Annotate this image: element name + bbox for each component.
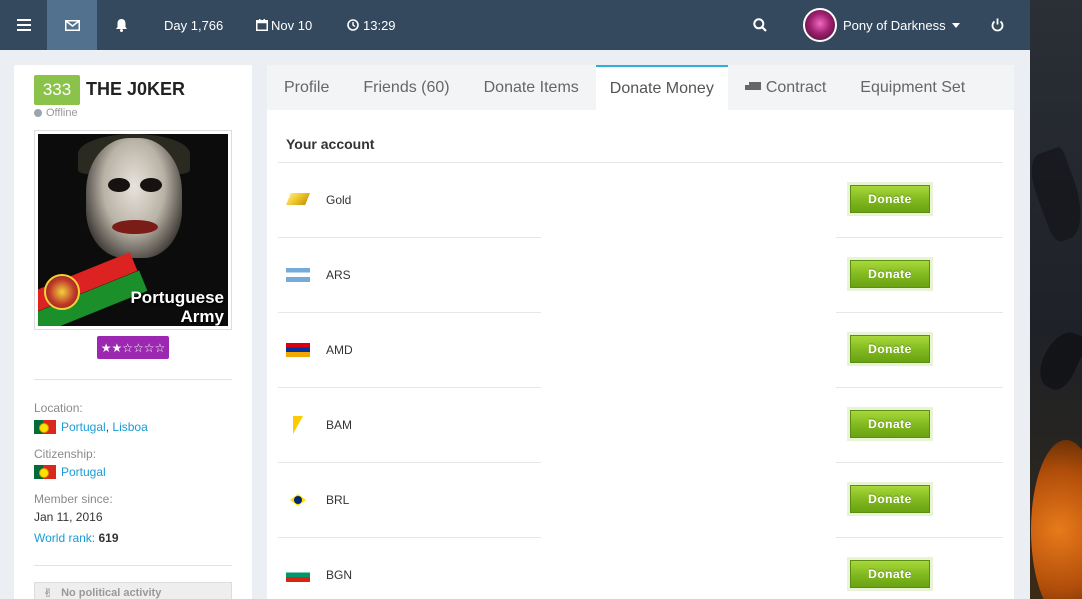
clock-icon [347, 19, 359, 31]
bulgaria-flag-icon [286, 568, 310, 582]
account-row-bam: BAM Donate [278, 388, 1003, 463]
currency-name: BRL [326, 493, 350, 507]
currency-name: BGN [326, 568, 353, 582]
tab-friends[interactable]: Friends (60) [346, 65, 466, 110]
envelope-icon [64, 19, 80, 31]
date-text: Nov 10 [271, 17, 313, 33]
main-panel: Profile Friends (60) Donate Items Donate… [267, 65, 1014, 599]
level-badge: 333 [34, 75, 80, 105]
world-rank: World rank: 619 [34, 531, 119, 545]
divider [34, 565, 232, 566]
rank-stars-badge: ★★☆☆☆☆ [97, 336, 169, 359]
background-artwork [1030, 0, 1082, 599]
avatar-caption-line: Army [180, 307, 224, 326]
avatar-mouth [112, 220, 158, 234]
search-button[interactable] [745, 0, 775, 50]
account-row-amd: AMD Donate [278, 313, 1003, 388]
currency-name: Gold [326, 193, 352, 207]
citizenship-label: Citizenship: [34, 447, 97, 461]
bat-silhouette [1030, 145, 1082, 245]
profile-card: 333 THE J0KER Offline Portuguese Army ★★… [14, 65, 252, 599]
logout-button[interactable] [983, 0, 1011, 50]
game-day: Day 1,766 [164, 17, 224, 33]
avatar-caption: Portuguese Army [104, 288, 224, 326]
location-region-link[interactable]: Lisboa [112, 420, 147, 434]
search-icon [753, 18, 767, 32]
political-activity: ✌ No political activity [34, 582, 232, 599]
tab-contract-label: Contract [765, 78, 827, 96]
calendar-icon [256, 19, 268, 31]
profile-tabs: Profile Friends (60) Donate Items Donate… [267, 65, 1014, 110]
top-navbar: Day 1,766 Nov 10 13:29 Pony of Darkness [0, 0, 1030, 50]
citizenship-country-link[interactable]: Portugal [61, 465, 106, 479]
bell-icon [115, 19, 127, 32]
game-date: Nov 10 [256, 0, 312, 50]
profile-avatar: Portuguese Army [34, 130, 232, 330]
avatar-eye [108, 178, 130, 192]
location-separator: , [105, 420, 110, 434]
caret-down-icon [951, 22, 960, 28]
account-row-bgn: BGN Donate [278, 538, 1003, 599]
avatar-caption-line: Portuguese [130, 288, 224, 307]
location-label: Location: [34, 401, 83, 415]
online-status: Offline [34, 107, 78, 119]
gold-bar-icon [286, 193, 310, 205]
tab-donate-items[interactable]: Donate Items [467, 65, 596, 110]
portugal-flag-icon [34, 465, 56, 479]
profile-name: THE J0KER [86, 79, 186, 99]
tab-equipment-set[interactable]: Equipment Set [843, 65, 982, 110]
user-name: Pony of Darkness [843, 17, 946, 33]
account-row-ars: ARS Donate [278, 238, 1003, 313]
time-text: 13:29 [363, 17, 396, 33]
tab-profile[interactable]: Profile [267, 65, 346, 110]
account-row-brl: BRL Donate [278, 463, 1003, 538]
currency-name: ARS [326, 268, 351, 282]
citizenship-value: Portugal [34, 465, 106, 479]
status-dot-icon [34, 109, 42, 117]
user-avatar [803, 8, 837, 42]
game-time: 13:29 [347, 0, 396, 50]
portugal-flag-icon [34, 420, 56, 434]
avatar-image: Portuguese Army [38, 134, 228, 326]
divider [34, 379, 232, 380]
donate-amd-button[interactable]: Donate [847, 332, 933, 366]
currency-name: AMD [326, 343, 353, 357]
political-text: No political activity [61, 587, 162, 599]
donate-brl-button[interactable]: Donate [847, 482, 933, 516]
menu-button[interactable] [0, 0, 47, 50]
portugal-emblem-icon [44, 274, 80, 310]
pumpkin-moon [1031, 440, 1082, 599]
messages-button[interactable] [47, 0, 97, 50]
world-rank-label[interactable]: World rank: [34, 531, 95, 545]
bat-silhouette [1032, 325, 1082, 395]
location-country-link[interactable]: Portugal [61, 420, 106, 434]
avatar-eye [140, 178, 162, 192]
donate-ars-button[interactable]: Donate [847, 257, 933, 291]
account-title: Your account [286, 136, 375, 152]
tab-donate-money[interactable]: Donate Money [595, 65, 728, 110]
member-since-label: Member since: [34, 492, 113, 506]
status-text: Offline [46, 107, 78, 119]
donate-bgn-button[interactable]: Donate [847, 557, 933, 591]
member-since-value: Jan 11, 2016 [34, 510, 103, 524]
argentina-flag-icon [286, 268, 310, 282]
tab-contract[interactable]: Contract [728, 65, 843, 110]
donate-bam-button[interactable]: Donate [847, 407, 933, 441]
notifications-button[interactable] [97, 0, 145, 50]
peace-hand-icon: ✌ [43, 586, 54, 599]
world-rank-value: 619 [98, 531, 119, 545]
location-value: Portugal, Lisboa [34, 420, 148, 434]
currency-name: BAM [326, 418, 353, 432]
hamburger-icon [16, 19, 31, 31]
account-row-gold: Gold Donate [278, 163, 1003, 238]
armenia-flag-icon [286, 343, 310, 357]
truck-icon [744, 82, 761, 93]
avatar-face [86, 138, 182, 258]
donate-gold-button[interactable]: Donate [847, 182, 933, 216]
user-menu[interactable]: Pony of Darkness [803, 0, 960, 50]
power-icon [991, 18, 1003, 32]
